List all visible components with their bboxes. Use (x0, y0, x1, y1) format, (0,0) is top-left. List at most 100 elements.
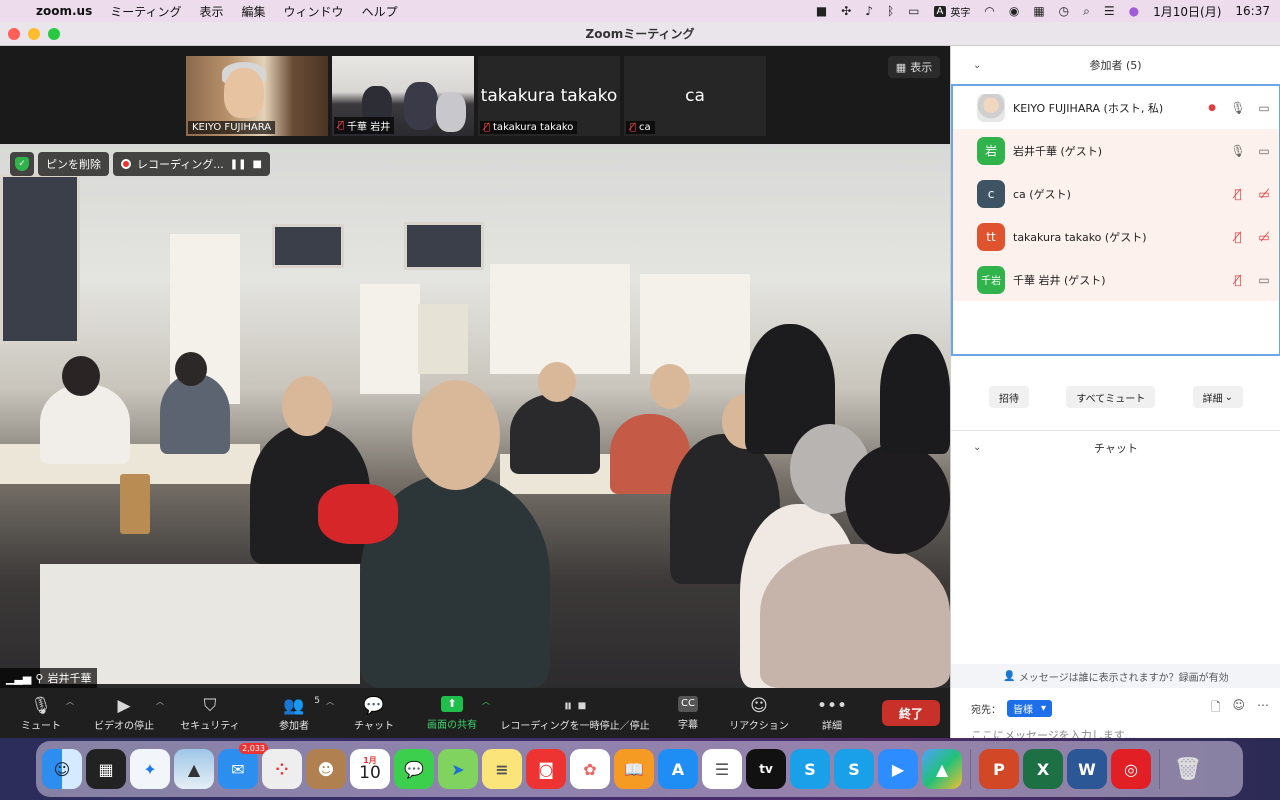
reactions-button[interactable]: ☺ リアクション (716, 688, 802, 738)
unpin-button[interactable]: ピンを削除 (38, 152, 109, 176)
thumbnail-takakura[interactable]: takakura takako 🎙̸ takakura takako (478, 56, 620, 136)
messages-icon[interactable]: 💬 (394, 749, 434, 789)
menu-meeting[interactable]: ミーティング (110, 3, 181, 20)
chat-button[interactable]: 💬 チャット (334, 688, 414, 738)
video-camera-icon[interactable]: ▭ (1253, 101, 1275, 115)
participant-row[interactable]: 千岩 千華 岩井 (ゲスト) 🎙̸ ▭ (953, 258, 1279, 301)
menu-view[interactable]: 表示 (200, 3, 224, 20)
menu-app-name[interactable]: zoom.us (36, 4, 92, 18)
participants-button[interactable]: 👥 5 ︿ 参加者 (254, 688, 334, 738)
recording-indicator[interactable]: レコーディング... ❚❚ ■ (113, 152, 270, 176)
user-icon[interactable]: ◉ (1009, 4, 1019, 18)
bluetooth-icon[interactable]: ᛒ (887, 4, 894, 18)
mic-muted-icon[interactable]: 🎙̸ (1227, 230, 1249, 244)
participant-row[interactable]: tt takakura takako (ゲスト) 🎙̸ ▭̸ (953, 215, 1279, 258)
reminders-icon[interactable]: ☰ (702, 749, 742, 789)
time-machine-icon[interactable]: ◷ (1059, 4, 1069, 18)
chevron-up-icon[interactable]: ︿ (482, 696, 490, 707)
photo-booth-icon[interactable]: ◙ (526, 749, 566, 789)
powerpoint-icon[interactable]: P (979, 749, 1019, 789)
minimize-window-button[interactable] (28, 27, 40, 40)
drive-icon[interactable]: ▲ (922, 749, 962, 789)
thumbnail-ca[interactable]: ca 🎙̸ ca (624, 56, 766, 136)
microphone-icon[interactable]: 🎙 (1227, 144, 1249, 158)
captions-button[interactable]: CC 字幕 (660, 688, 716, 738)
menubar-date[interactable]: 1月10日(月) (1153, 3, 1221, 20)
emoji-icon[interactable]: ☺ (1232, 698, 1245, 719)
participant-row[interactable]: c ca (ゲスト) 🎙̸ ▭̸ (953, 172, 1279, 215)
app-store-icon[interactable]: A (658, 749, 698, 789)
excel-icon[interactable]: X (1023, 749, 1063, 789)
stop-video-button[interactable]: ▶ ︿ ビデオの停止 (82, 688, 166, 738)
microphone-icon[interactable]: 🎙 (1227, 101, 1249, 115)
control-center-icon[interactable]: ☰ (1104, 4, 1115, 18)
contacts-icon[interactable]: ☻ (306, 749, 346, 789)
notes-icon[interactable]: ≡ (482, 749, 522, 789)
video-camera-icon[interactable]: ▭ (1253, 144, 1275, 158)
mute-button[interactable]: 🎙 ︿ ミュート (0, 688, 82, 738)
input-source-icon[interactable]: A (933, 5, 947, 17)
siri-icon[interactable]: ● (1129, 4, 1139, 18)
security-button[interactable]: ⛉ セキュリティ (166, 688, 254, 738)
menu-edit[interactable]: 編集 (242, 3, 266, 20)
menu-window[interactable]: ウィンドウ (284, 3, 344, 20)
participant-row[interactable]: KEIYO FUJIHARA (ホスト, 私) ● 🎙 ▭ (953, 86, 1279, 129)
menu-help[interactable]: ヘルプ (362, 3, 398, 20)
mic-muted-icon[interactable]: 🎙̸ (1227, 273, 1249, 287)
chevron-up-icon[interactable]: ︿ (66, 696, 74, 707)
thumbnail-keiyo[interactable]: KEIYO FUJIHARA (186, 56, 328, 136)
input-source-label[interactable]: 英字 (950, 4, 970, 19)
volume-icon[interactable]: ♪ (865, 4, 873, 18)
participant-row[interactable]: 岩 岩井千華 (ゲスト) 🎙 ▭ (953, 129, 1279, 172)
mic-muted-icon[interactable]: 🎙̸ (1227, 187, 1249, 201)
share-screen-button[interactable]: ⬆ ︿ 画面の共有 (414, 688, 490, 738)
chevron-up-icon[interactable]: ︿ (156, 696, 164, 707)
stop-recording-icon[interactable]: ■ (253, 159, 262, 170)
zoom-status-icon[interactable]: ■ (816, 4, 827, 18)
keyboard-icon[interactable]: ▦ (1033, 4, 1044, 18)
encryption-badge[interactable]: ✓ (10, 152, 34, 176)
skype-for-business-icon[interactable]: S (834, 749, 874, 789)
launchpad-icon[interactable]: ⁘ (262, 749, 302, 789)
close-window-button[interactable] (8, 27, 20, 40)
photos-icon[interactable]: ✿ (570, 749, 610, 789)
spotlight-search-icon[interactable]: ⌕ (1083, 4, 1090, 19)
chat-visibility-notice[interactable]: 👤 メッセージは誰に表示されますか？録画が有効 (951, 664, 1280, 688)
end-meeting-button[interactable]: 終了 (882, 700, 940, 726)
recipient-select[interactable]: 皆様 ▾ (1007, 700, 1053, 717)
zoom-icon[interactable]: ▶ (878, 749, 918, 789)
invite-button[interactable]: 招待 (989, 386, 1029, 408)
word-icon[interactable]: W (1067, 749, 1107, 789)
menubar-time[interactable]: 16:37 (1235, 4, 1270, 18)
participants-more-button[interactable]: 詳細 ⌄ (1192, 386, 1243, 408)
mute-all-button[interactable]: すべてミュート (1066, 386, 1156, 408)
apple-tv-icon[interactable]: tv (746, 749, 786, 789)
safari-icon[interactable]: ✦ (130, 749, 170, 789)
skype-icon[interactable]: S (790, 749, 830, 789)
collapse-chevron-icon[interactable]: ⌄ (973, 442, 981, 453)
chevron-up-icon[interactable]: ︿ (326, 696, 334, 707)
maps-icon[interactable]: ➤ (438, 749, 478, 789)
calendar-icon[interactable]: 1月 10 (350, 749, 390, 789)
recording-control-button[interactable]: ⏸ ⏹ レコーディングを一時停止／停止 (490, 688, 660, 738)
finder-icon[interactable]: ☺ (42, 749, 82, 789)
pause-recording-icon[interactable]: ❚❚ (230, 159, 247, 170)
screen-app-icon[interactable]: ▦ (86, 749, 126, 789)
preview-icon[interactable]: ▲ (174, 749, 214, 789)
video-off-icon[interactable]: ▭̸ (1253, 187, 1275, 201)
battery-icon[interactable]: ▭ (908, 4, 919, 18)
fullscreen-window-button[interactable] (48, 27, 60, 40)
video-camera-icon[interactable]: ▭ (1253, 273, 1275, 287)
grid-status-icon[interactable]: ✣ (841, 4, 851, 18)
main-video[interactable]: ✓ ピンを削除 レコーディング... ❚❚ ■ ▁▃▅ ⚲ 岩井千華 (0, 144, 950, 688)
wifi-icon[interactable]: ◠ (984, 4, 994, 18)
more-options-icon[interactable]: ⋯ (1257, 698, 1269, 719)
view-button[interactable]: ▦ 表示 (888, 56, 940, 78)
collapse-chevron-icon[interactable]: ⌄ (973, 60, 981, 71)
books-icon[interactable]: 📖 (614, 749, 654, 789)
trash-icon[interactable]: 🗑 (1168, 749, 1208, 789)
video-off-icon[interactable]: ▭̸ (1253, 230, 1275, 244)
file-icon[interactable]: 🗋 (1211, 698, 1221, 719)
thumbnail-iwai[interactable]: 🎙̸ 千華 岩井 (332, 56, 474, 136)
mail-icon[interactable]: ✉ 2,033 (218, 743, 268, 789)
